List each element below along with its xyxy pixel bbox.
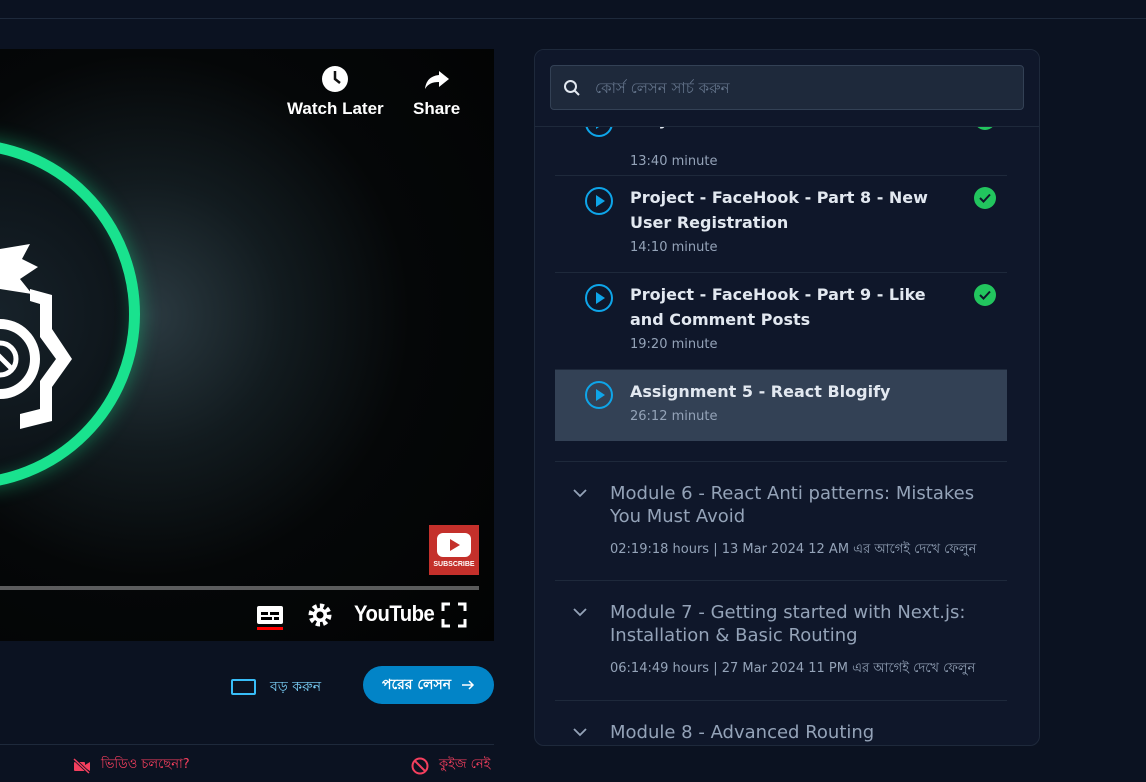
check-icon xyxy=(974,284,996,306)
next-lesson-label: পরের লেসন xyxy=(381,677,452,693)
top-divider xyxy=(0,18,1146,19)
subtitles-icon[interactable] xyxy=(256,602,284,630)
chevron-down-icon xyxy=(573,489,587,498)
channel-logo-icon xyxy=(0,244,72,429)
video-off-icon xyxy=(73,757,91,774)
bottom-divider xyxy=(0,744,494,745)
lesson-title: Project - FaceHook - Part 9 - Like and C… xyxy=(630,285,926,329)
search-icon xyxy=(564,79,580,96)
module-title: Module 8 - Advanced Routing xyxy=(610,722,875,743)
search-input[interactable] xyxy=(595,78,995,97)
theater-mode-button[interactable]: বড় করুন xyxy=(231,675,321,699)
share-label: Share xyxy=(413,99,461,118)
youtube-logo[interactable]: YouTube xyxy=(354,601,435,627)
subscribe-button[interactable]: SUBSCRIBE xyxy=(429,525,479,575)
settings-gear-icon[interactable] xyxy=(307,602,333,628)
no-quiz-label: কুইজ নেই xyxy=(439,757,491,772)
module-item[interactable]: Module 8 - Advanced Routing xyxy=(555,700,1007,745)
video-not-playing-label: ভিডিও চলছেনা? xyxy=(101,757,190,772)
share-icon xyxy=(424,71,449,89)
module-info: 02:19:18 hours | 13 Mar 2024 12 AM এর আগ… xyxy=(610,542,977,557)
chevron-down-icon xyxy=(573,728,587,737)
next-lesson-button[interactable]: পরের লেসন xyxy=(363,666,494,704)
lesson-item[interactable]: Project - FaceHook - Part 9 - Like and C… xyxy=(555,273,1007,370)
lesson-duration: 26:12 minute xyxy=(630,409,718,424)
share-button[interactable]: Share xyxy=(413,65,460,119)
module-info: 06:14:49 hours | 27 Mar 2024 11 PM এর আগ… xyxy=(610,661,976,676)
lesson-duration: 13:40 minute xyxy=(630,154,718,169)
arrow-right-icon xyxy=(462,680,475,690)
lesson-title: Project - FaceHook - Part 8 - New User R… xyxy=(630,188,928,232)
search-box[interactable] xyxy=(550,65,1024,110)
youtube-play-icon xyxy=(437,532,471,557)
search-area xyxy=(535,50,1039,127)
bigger-label: বড় করুন xyxy=(270,679,322,695)
video-player[interactable]: Watch Later Share SUBSCRIBE YouTube xyxy=(0,49,494,641)
module-title: Module 7 - Getting started with Next.js:… xyxy=(610,602,966,646)
lesson-item[interactable]: Project - FaceHook - Part 8 - New User R… xyxy=(555,176,1007,273)
fullscreen-icon[interactable] xyxy=(441,602,467,628)
lesson-duration: 19:20 minute xyxy=(630,337,718,352)
video-not-playing-link[interactable]: ভিডিও চলছেনা? xyxy=(73,755,190,776)
watch-later-button[interactable]: Watch Later xyxy=(287,65,384,119)
chevron-down-icon xyxy=(573,608,587,617)
subscribe-label: SUBSCRIBE xyxy=(433,560,475,568)
lesson-duration: 14:10 minute xyxy=(630,240,718,255)
play-circle-icon xyxy=(585,381,613,409)
module-item[interactable]: Module 7 - Getting started with Next.js:… xyxy=(555,580,1007,700)
ban-icon xyxy=(411,757,429,774)
watch-later-label: Watch Later xyxy=(287,99,384,118)
play-circle-icon xyxy=(585,187,613,215)
clock-icon xyxy=(322,66,349,92)
video-progress-bar[interactable] xyxy=(0,586,479,590)
module-title: Module 6 - React Anti patterns: Mistakes… xyxy=(610,483,975,527)
no-quiz-link[interactable]: কুইজ নেই xyxy=(411,755,490,776)
play-circle-icon xyxy=(585,284,613,312)
lesson-sidebar: Project - FaceHook - Part 7 13:40 minute… xyxy=(534,49,1040,746)
rectangle-icon xyxy=(231,679,256,695)
lesson-title: Assignment 5 - React Blogify xyxy=(630,382,891,401)
module-item[interactable]: Module 6 - React Anti patterns: Mistakes… xyxy=(555,461,1007,581)
lesson-item-active[interactable]: Assignment 5 - React Blogify 26:12 minut… xyxy=(555,370,1007,441)
check-icon xyxy=(974,187,996,209)
